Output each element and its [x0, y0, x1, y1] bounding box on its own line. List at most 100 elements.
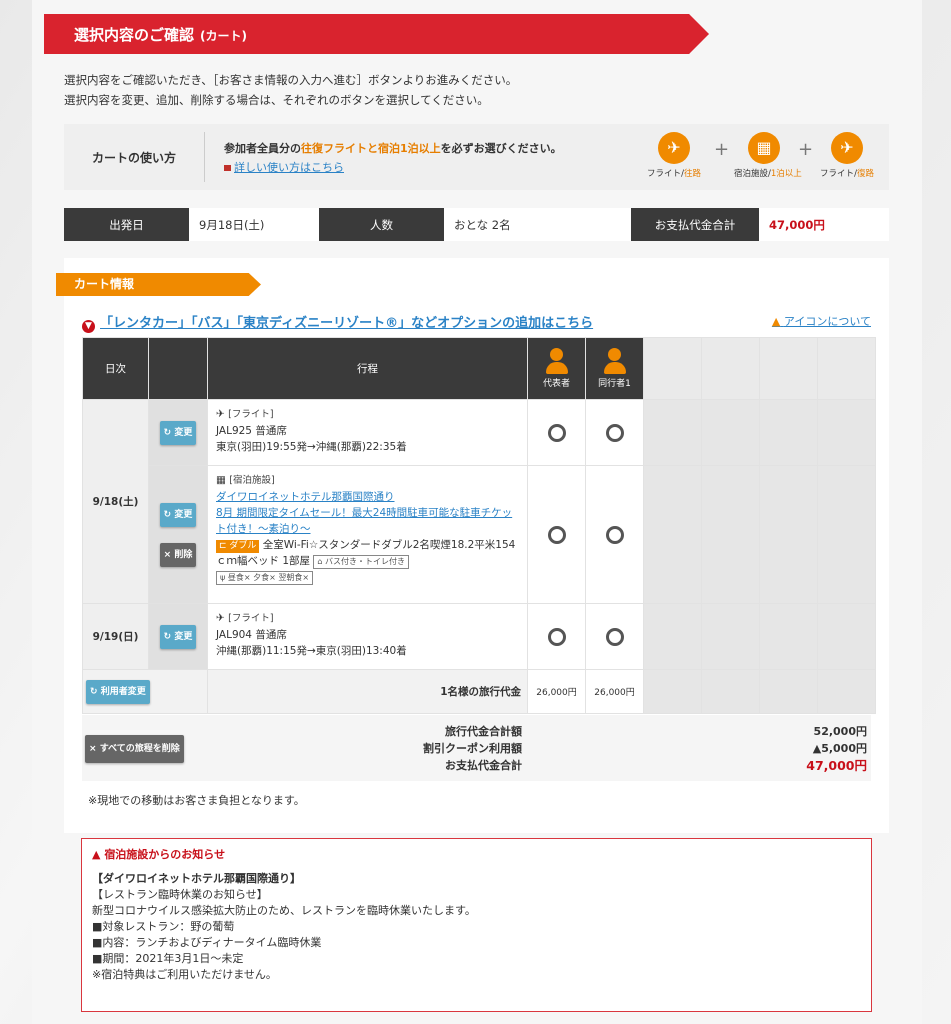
user-change-button[interactable]: ↻ 利用者変更 — [86, 679, 150, 704]
flight-route: 東京(羽田)19:55発→沖縄(那覇)22:35着 — [216, 441, 407, 453]
circle-icon — [547, 423, 566, 442]
table-row: ↻ 変更 × 削除 ▦ [宿泊施設] ダイワロイネットホテル那覇国際通り 8月 … — [83, 465, 876, 604]
flight-detail: ✈ [フライト] JAL904 普通席 沖縄(那覇)11:15発→東京(羽田)1… — [207, 603, 528, 670]
header-companion-label: 同行者1 — [598, 379, 631, 389]
delete-button[interactable]: × 削除 — [159, 542, 197, 567]
hotel-icon: ▦ — [748, 132, 780, 164]
item-type: [フライト] — [228, 613, 274, 624]
circle-icon — [547, 525, 566, 544]
table-row: 9/18(土) ↻ 変更 ✈ [フライト] JAL925 普通席 東京(羽田)1… — [82, 399, 876, 604]
page: 選択内容のご確認 (カート) 選択内容をご確認いただき、［お客さま情報の入力へ進む… — [32, 0, 922, 1024]
usage-sub-return: 復路 — [856, 169, 874, 179]
departure-value: 9月18日(土) — [189, 208, 319, 241]
page-title-text: 選択内容のご確認 — [74, 26, 195, 44]
plus-icon: + — [714, 139, 730, 160]
header-companion: 同行者1 — [585, 337, 644, 400]
icon-about-link[interactable]: ▲ アイコンについて — [772, 313, 871, 329]
empty-cell — [817, 465, 876, 604]
select-companion[interactable] — [585, 603, 644, 670]
item-type: [宿泊施設] — [229, 475, 275, 486]
select-companion[interactable] — [585, 399, 644, 466]
change-button[interactable]: ↻ 変更 — [159, 624, 197, 649]
intro-line-2: 選択内容を変更、追加、削除する場合は、それぞれのボタンを選択してください。 — [64, 93, 489, 107]
person-icon: ▲ — [771, 315, 781, 328]
flight-detail: ✈ [フライト] JAL925 普通席 東京(羽田)19:55発→沖縄(那覇)2… — [207, 399, 528, 466]
flight-icon: ✈ — [831, 132, 863, 164]
item-type: [フライト] — [228, 409, 274, 420]
per-person-price: 26,000円 — [527, 669, 586, 714]
warning-icon: ▲ — [92, 848, 101, 861]
empty-cell — [817, 399, 876, 466]
bath-icon: ⌂ — [317, 557, 323, 566]
travel-total-value: 52,000円 — [813, 725, 867, 738]
notice-line: 【レストラン臨時休業のお知らせ】 — [92, 888, 268, 901]
empty-cell — [817, 603, 876, 670]
change-button-label[interactable]: 変更 — [174, 428, 192, 438]
cart-usage-box: カートの使い方 参加者全員分の往復フライトと宿泊1泊以上を必ずお選びください。 … — [64, 124, 889, 190]
icon-about-text[interactable]: アイコンについて — [784, 315, 871, 328]
usage-label: カートの使い方 — [91, 150, 176, 165]
notice-line: ※宿泊特典はご利用いただけません。 — [92, 968, 277, 981]
option-add-link-text[interactable]: 「レンタカー」「バス」「東京ディズニーリゾート®」などオプションの追加はこちら — [100, 316, 593, 331]
payment-total-label: お支払代金合計 — [445, 759, 522, 772]
totals-box: × すべての旅程を削除 旅行代金合計額 割引クーポン利用額 お支払代金合計 52… — [82, 715, 871, 781]
cart-tab: カート情報 — [56, 273, 261, 296]
total-value: 47,000円 — [759, 208, 889, 241]
divider — [204, 132, 205, 182]
change-button-label[interactable]: 変更 — [174, 510, 192, 520]
select-representative[interactable] — [527, 399, 586, 466]
select-representative[interactable] — [527, 465, 586, 604]
flight-icon: ✈ — [216, 408, 225, 420]
empty-cell — [759, 603, 818, 670]
per-person-price: 26,000円 — [585, 669, 644, 714]
usage-text: 参加者全員分の往復フライトと宿泊1泊以上を必ずお選びください。 — [224, 140, 562, 156]
circle-icon — [605, 525, 624, 544]
meal-label: 昼食× 夕食× 翌朝食× — [227, 573, 310, 582]
usage-icon-hotel: ▦ 宿泊施設/1泊以上 — [734, 132, 802, 179]
circle-icon — [605, 423, 624, 442]
change-button[interactable]: ↻ 変更 — [159, 420, 197, 445]
empty-cell — [701, 465, 760, 604]
usage-link-text[interactable]: 詳しい使い方はこちら — [234, 161, 344, 174]
table-row: 9/19(日) ↻ 変更 ✈ [フライト] JAL904 普通席 沖縄(那覇)1… — [82, 603, 876, 670]
option-add-link[interactable]: ▼ 「レンタカー」「バス」「東京ディズニーリゾート®」などオプションの追加はこちら — [82, 312, 593, 333]
hotel-notice-title: ▲ 宿泊施設からのお知らせ — [92, 846, 861, 862]
change-button-label[interactable]: 変更 — [174, 632, 192, 642]
hotel-plan-link[interactable]: 8月 期間限定タイムセール！最大24時間駐車可能な駐車チケット付き！～素泊り～ — [216, 505, 519, 537]
flight-route: 沖縄(那覇)11:15発→東京(羽田)13:40着 — [216, 645, 407, 657]
user-change-cell: ↻ 利用者変更 — [82, 669, 208, 714]
empty-cell — [759, 465, 818, 604]
empty-cell — [759, 669, 818, 714]
empty-header — [643, 337, 702, 400]
delete-all-button[interactable]: × すべての旅程を削除 — [85, 735, 184, 763]
empty-cell — [643, 603, 702, 670]
delete-button-label[interactable]: 削除 — [174, 550, 192, 560]
circle-icon — [547, 627, 566, 646]
usage-text-post: を必ずお選びください。 — [440, 142, 562, 155]
totals-values: 52,000円 ▲5,000円 47,000円 — [806, 723, 867, 774]
page-subtitle: (カート) — [200, 29, 247, 43]
people-label: 人数 — [319, 208, 444, 241]
delete-all-label[interactable]: すべての旅程を削除 — [100, 744, 180, 754]
row-actions: ↻ 変更 — [148, 399, 208, 466]
transport-note: ※現地での移動はお客さま負担となります。 — [88, 794, 305, 807]
hotel-icon: ▦ — [216, 474, 226, 486]
usage-sub-hotel: 1泊以上 — [770, 169, 802, 179]
select-representative[interactable] — [527, 603, 586, 670]
hotel-detail: ▦ [宿泊施設] ダイワロイネットホテル那覇国際通り 8月 期間限定タイムセール… — [207, 465, 528, 604]
empty-cell — [643, 669, 702, 714]
user-change-label[interactable]: 利用者変更 — [101, 687, 146, 697]
page-title-banner: 選択内容のご確認 (カート) — [44, 14, 709, 54]
change-button[interactable]: ↻ 変更 — [159, 502, 197, 527]
plus-icon: + — [798, 139, 814, 160]
hotel-name-link[interactable]: ダイワロイネットホテル那覇国際通り — [216, 489, 519, 505]
select-companion[interactable] — [585, 465, 644, 604]
header-representative-label: 代表者 — [542, 379, 570, 389]
usage-icon-return: ✈ フライト/復路 — [817, 132, 877, 179]
chevron-down-icon: ▼ — [82, 320, 95, 333]
usage-detail-link[interactable]: 詳しい使い方はこちら — [224, 159, 344, 175]
hotel-notice-title-text: 宿泊施設からのお知らせ — [104, 848, 226, 861]
per-person-label: 1名様の旅行代金 — [207, 669, 528, 714]
usage-caption-outbound: フライト — [647, 169, 682, 179]
header-representative: 代表者 — [527, 337, 586, 400]
